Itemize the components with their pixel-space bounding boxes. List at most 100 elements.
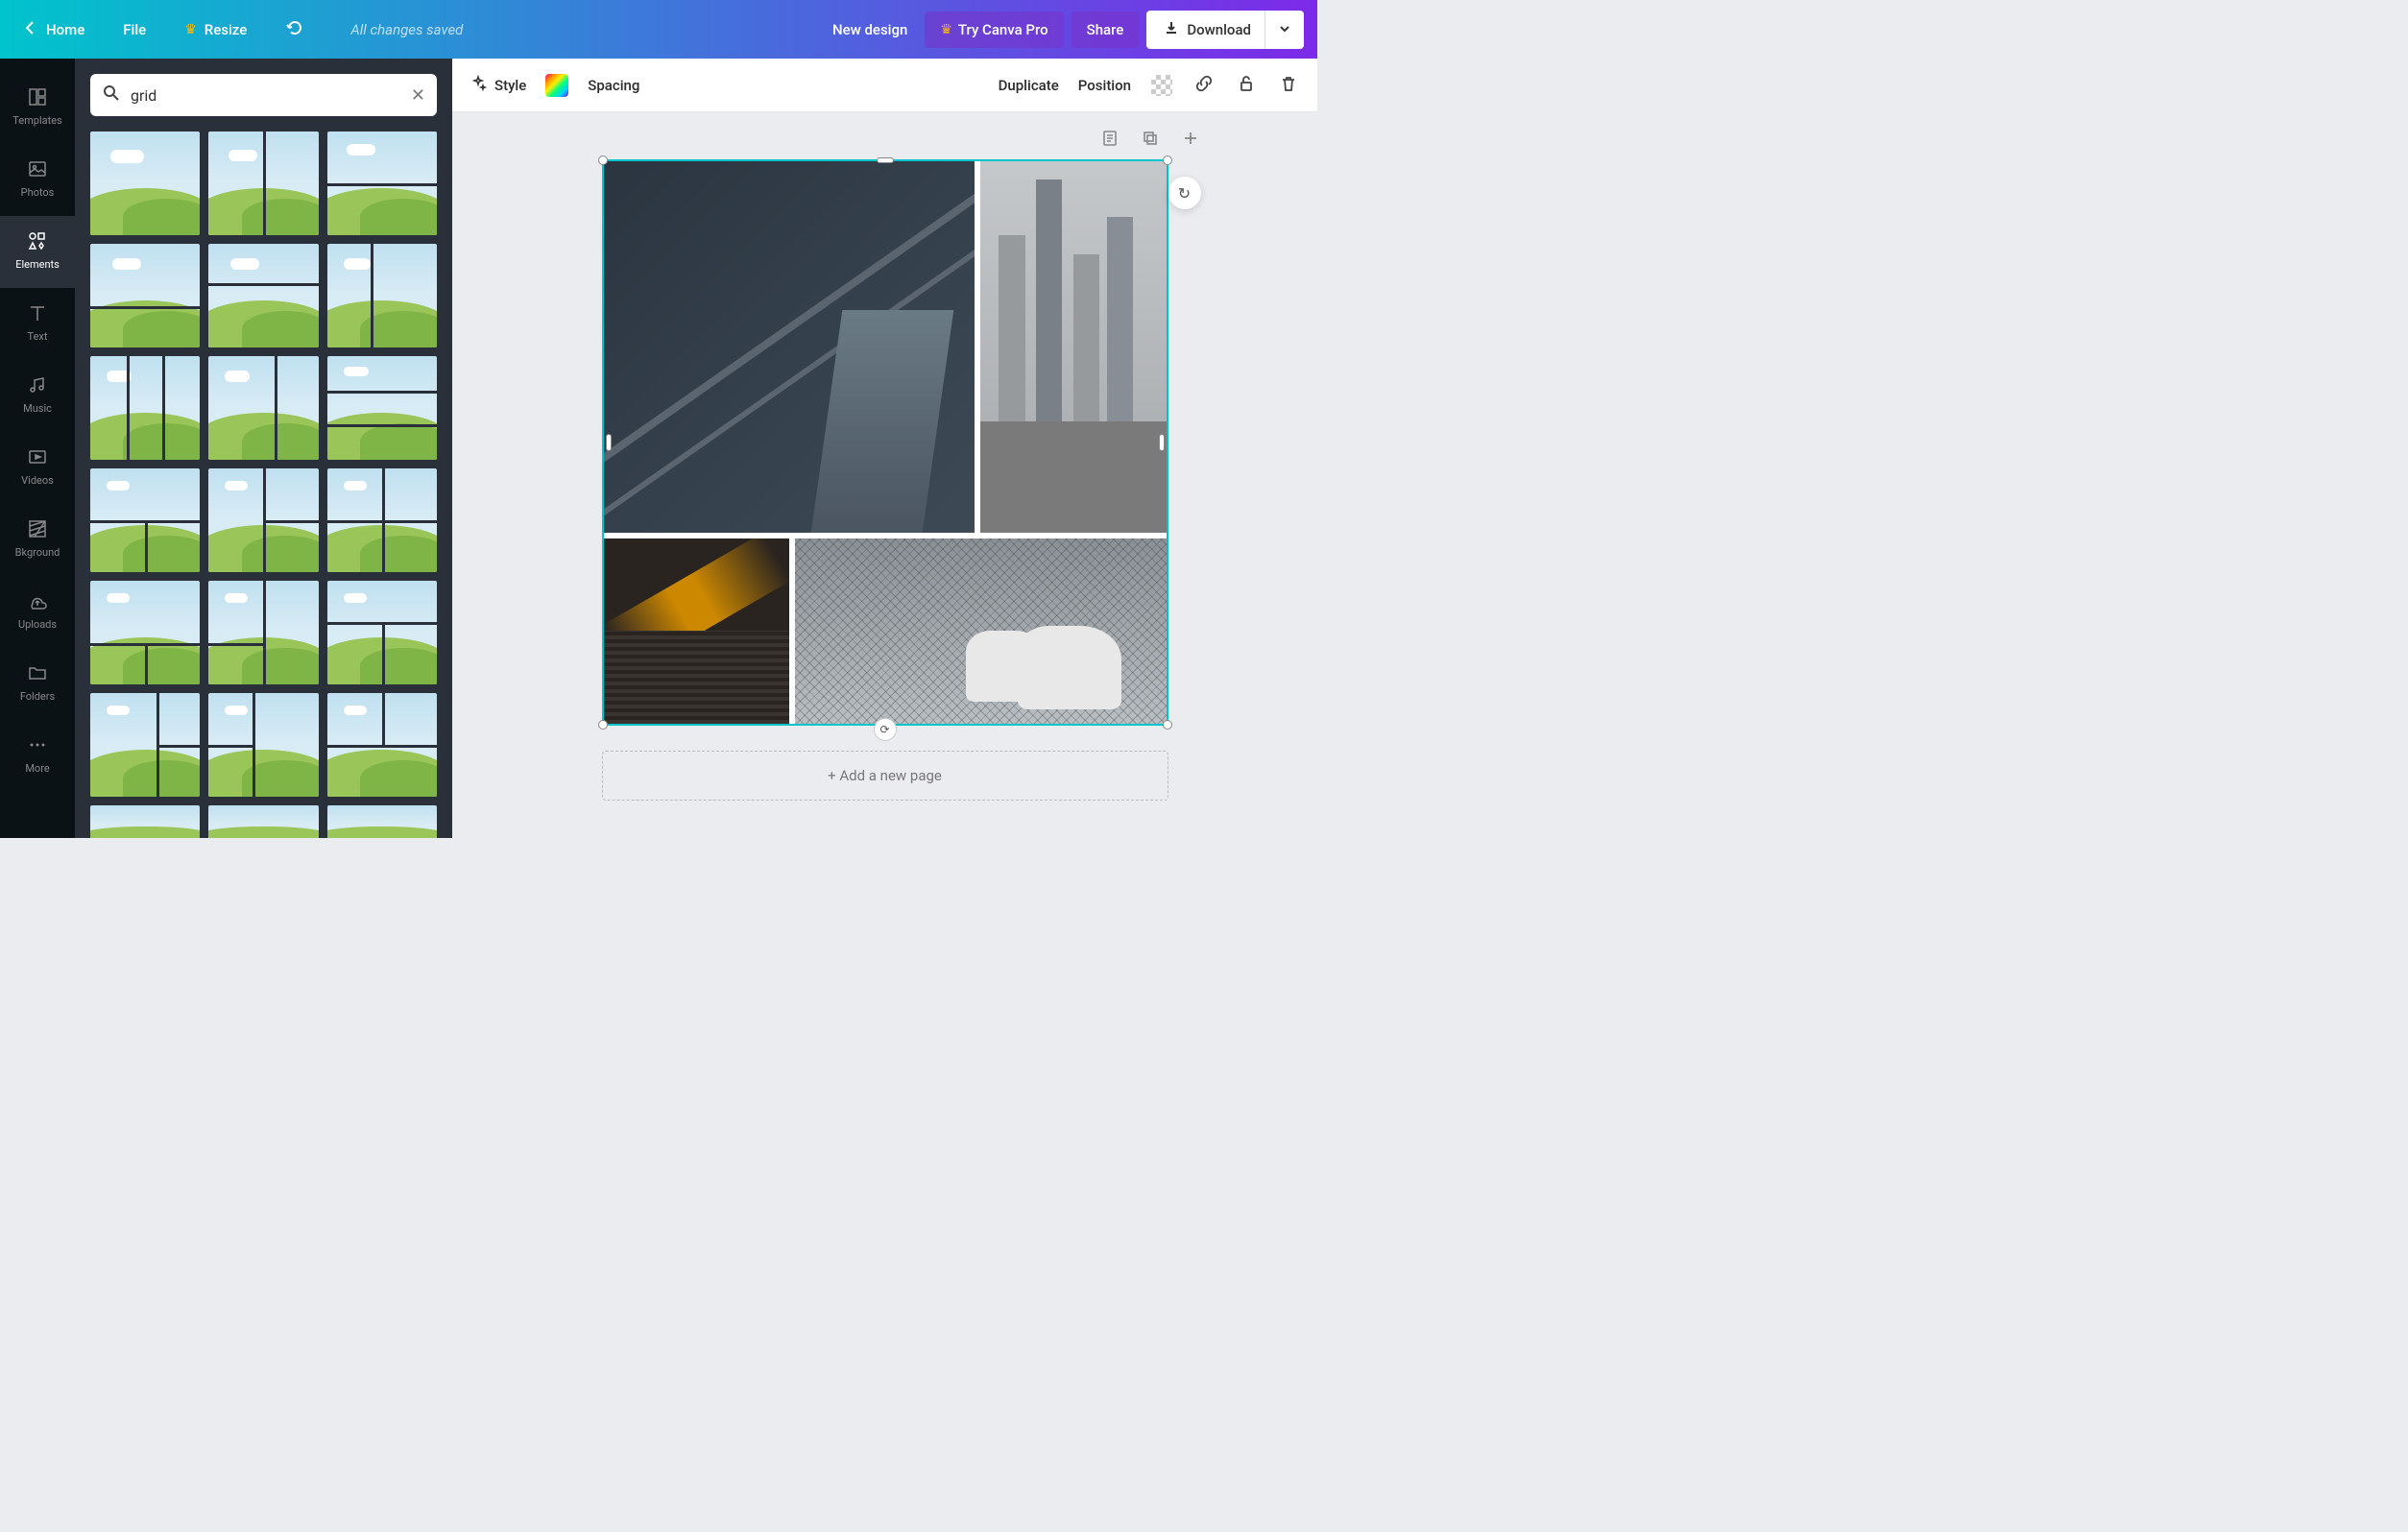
grid-template[interactable] xyxy=(327,693,437,797)
spacing-label: Spacing xyxy=(588,77,639,94)
regenerate-button[interactable]: ↻ xyxy=(1168,177,1201,209)
home-button[interactable]: Home xyxy=(13,12,94,47)
grid-template[interactable] xyxy=(327,132,437,235)
grid-template[interactable] xyxy=(208,805,318,838)
resize-handle[interactable] xyxy=(1163,156,1172,165)
download-icon xyxy=(1164,20,1179,39)
nav-elements[interactable]: Elements xyxy=(0,216,75,288)
grid-results[interactable] xyxy=(75,126,452,838)
grid-template[interactable] xyxy=(208,693,318,797)
grid-template[interactable] xyxy=(208,356,318,460)
file-label: File xyxy=(123,21,146,38)
crown-icon: ♛ xyxy=(940,22,952,37)
grid-template[interactable] xyxy=(90,244,200,347)
grid-cell-4[interactable] xyxy=(795,539,1167,724)
resize-handle[interactable] xyxy=(1163,720,1172,730)
nav-text[interactable]: Text xyxy=(0,288,75,360)
nav-uploads[interactable]: Uploads xyxy=(0,576,75,648)
grid-template[interactable] xyxy=(327,468,437,572)
resize-handle[interactable] xyxy=(598,156,608,165)
spacing-button[interactable]: Spacing xyxy=(588,77,639,94)
try-pro-label: Try Canva Pro xyxy=(958,21,1048,38)
resize-handle[interactable] xyxy=(877,157,894,163)
try-pro-button[interactable]: ♛ Try Canva Pro xyxy=(925,12,1063,48)
link-button[interactable] xyxy=(1192,74,1216,97)
folders-icon xyxy=(26,661,49,684)
lock-icon xyxy=(1237,74,1256,97)
undo-button[interactable] xyxy=(276,12,312,48)
resize-label: Resize xyxy=(205,21,247,38)
grid-template[interactable] xyxy=(90,468,200,572)
download-button[interactable]: Download xyxy=(1146,11,1268,49)
sidebar-nav: Templates Photos Elements Text Music Vid… xyxy=(0,59,75,838)
text-icon xyxy=(26,301,49,324)
search-input[interactable] xyxy=(131,86,401,105)
transparency-icon xyxy=(1151,75,1172,96)
color-picker-button[interactable] xyxy=(545,74,568,97)
nav-folders[interactable]: Folders xyxy=(0,648,75,720)
add-page-label: + Add a new page xyxy=(828,767,942,784)
page-add-button[interactable] xyxy=(1179,127,1202,150)
nav-videos[interactable]: Videos xyxy=(0,432,75,504)
position-label: Position xyxy=(1078,77,1131,94)
file-button[interactable]: File xyxy=(113,13,156,46)
nav-more[interactable]: More xyxy=(0,720,75,792)
share-label: Share xyxy=(1087,21,1124,38)
nav-music[interactable]: Music xyxy=(0,360,75,432)
nav-background[interactable]: Bkground xyxy=(0,504,75,576)
grid-cell-3[interactable] xyxy=(604,539,789,724)
grid-template[interactable] xyxy=(327,581,437,684)
sync-indicator[interactable]: ⟳ xyxy=(874,718,897,741)
style-button[interactable]: Style xyxy=(470,75,526,96)
page-duplicate-button[interactable] xyxy=(1139,127,1162,150)
grid-template[interactable] xyxy=(90,581,200,684)
templates-icon xyxy=(26,85,49,108)
duplicate-button[interactable]: Duplicate xyxy=(999,77,1059,94)
lock-button[interactable] xyxy=(1235,74,1258,97)
save-status: All changes saved xyxy=(350,21,463,38)
nav-photos[interactable]: Photos xyxy=(0,144,75,216)
grid-template[interactable] xyxy=(208,468,318,572)
add-page-button[interactable]: + Add a new page xyxy=(602,751,1168,801)
resize-handle[interactable] xyxy=(598,720,608,730)
resize-handle[interactable] xyxy=(606,434,612,451)
nav-label: Elements xyxy=(15,258,60,271)
grid-template[interactable] xyxy=(208,581,318,684)
clear-search-button[interactable]: ✕ xyxy=(411,85,425,106)
page-action-icons xyxy=(1098,127,1202,150)
grid-template[interactable] xyxy=(327,805,437,838)
share-button[interactable]: Share xyxy=(1072,12,1140,48)
nav-label: Videos xyxy=(21,474,54,487)
nav-label: Uploads xyxy=(18,618,57,631)
grid-cell-2[interactable] xyxy=(980,161,1166,533)
sync-icon: ⟳ xyxy=(879,723,889,736)
grid-template[interactable] xyxy=(90,805,200,838)
grid-template[interactable] xyxy=(208,244,318,347)
position-button[interactable]: Position xyxy=(1078,77,1131,94)
download-dropdown[interactable] xyxy=(1264,11,1304,49)
transparency-button[interactable] xyxy=(1150,74,1173,97)
photos-icon xyxy=(26,157,49,180)
nav-templates[interactable]: Templates xyxy=(0,72,75,144)
grid-template[interactable] xyxy=(90,693,200,797)
resize-handle[interactable] xyxy=(1159,434,1165,451)
home-label: Home xyxy=(46,21,84,38)
nav-label: Folders xyxy=(20,690,55,703)
grid-template[interactable] xyxy=(90,356,200,460)
grid-template[interactable] xyxy=(90,132,200,235)
search-box[interactable]: ✕ xyxy=(90,74,437,116)
resize-button[interactable]: ♛ Resize xyxy=(175,13,256,46)
nav-label: More xyxy=(25,762,49,775)
design-page[interactable]: ↻ ⟳ xyxy=(602,159,1168,726)
delete-button[interactable] xyxy=(1277,74,1300,97)
grid-template[interactable] xyxy=(327,244,437,347)
new-design-button[interactable]: New design xyxy=(823,13,917,46)
grid-template[interactable] xyxy=(208,132,318,235)
page-notes-button[interactable] xyxy=(1098,127,1121,150)
download-label: Download xyxy=(1187,21,1251,38)
grid-template[interactable] xyxy=(327,356,437,460)
search-icon xyxy=(102,84,121,107)
nav-label: Text xyxy=(28,330,48,343)
grid-cell-1[interactable] xyxy=(604,161,975,533)
canvas-viewport[interactable]: ↻ ⟳ + Add a new page xyxy=(452,112,1317,838)
